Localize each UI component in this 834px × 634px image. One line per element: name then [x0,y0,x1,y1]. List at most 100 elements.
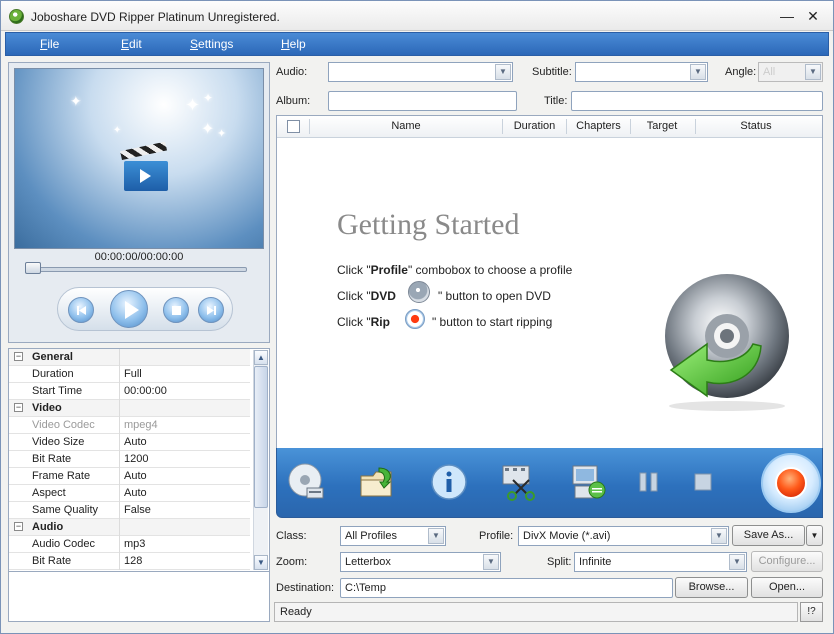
previous-button[interactable] [68,297,94,323]
collapse-icon[interactable]: − [14,522,23,531]
title-bar: Joboshare DVD Ripper Platinum Unregister… [1,1,833,31]
getting-started-step-rip: Click "Rip " button to start ripping [337,315,553,329]
property-category[interactable]: − General [9,349,250,366]
configure-button[interactable]: Configure... [751,551,823,572]
property-row[interactable]: Video Codec mpeg4 [9,417,250,434]
property-row[interactable]: Start Time 00:00:00 [9,383,250,400]
destination-input[interactable]: C:\Temp [340,578,673,598]
scroll-up-icon[interactable]: ▲ [254,350,268,365]
seek-thumb[interactable] [25,262,41,274]
property-value[interactable]: Auto [124,470,147,482]
collapse-icon[interactable]: − [14,352,23,361]
class-select[interactable]: All Profiles ▼ [340,526,446,546]
seek-bar[interactable] [29,267,247,272]
subtitle-select[interactable]: ▼ [575,62,708,82]
property-row[interactable]: Duration Full [9,366,250,383]
property-row[interactable]: Same Quality False [9,502,250,519]
property-category[interactable]: − Audio [9,519,250,536]
property-value[interactable]: 00:00:00 [124,385,167,397]
close-button[interactable]: ✕ [803,7,823,25]
audio-select[interactable]: ▼ [328,62,513,82]
help-button[interactable]: !? [800,602,823,622]
property-row[interactable]: Video Size Auto [9,434,250,451]
property-value[interactable]: mpeg4 [124,419,158,431]
scroll-down-icon[interactable]: ▼ [254,555,268,570]
window-title: Joboshare DVD Ripper Platinum Unregister… [31,10,280,24]
next-button[interactable] [198,297,224,323]
property-row[interactable]: Aspect Auto [9,485,250,502]
property-value[interactable]: Full [124,368,142,380]
select-all-checkbox[interactable] [287,120,300,133]
stop-button[interactable] [163,297,189,323]
collapse-icon[interactable]: − [14,403,23,412]
property-name: Video [32,402,62,414]
property-scrollbar[interactable]: ▲ ▼ [253,350,268,570]
destination-label: Destination: [276,582,335,594]
sparkle-icon: ✦ [201,121,215,138]
getting-started-step-dvd: Click "DVD " button to open DVD [337,289,551,303]
column-chapters[interactable]: Chapters [567,120,630,132]
property-category[interactable]: − Video [9,400,250,417]
property-value[interactable]: 128 [124,555,142,567]
chevron-down-icon: ▼ [729,554,745,570]
property-name: Bit Rate [32,453,72,465]
property-value[interactable]: Auto [124,487,147,499]
property-row[interactable]: Bit Rate 128 [9,553,250,570]
profile-select[interactable]: DivX Movie (*.avi) ▼ [518,526,729,546]
property-value[interactable]: mp3 [124,538,145,550]
preview-panel: ✦ ✦ ✦ ✦ ✦ ✦ 00:00:00/00:00:00 [8,62,270,343]
clapperboard-icon [120,141,170,193]
play-button[interactable] [110,290,148,328]
album-label: Album: [276,95,311,107]
menu-settings[interactable]: Settings [190,37,233,51]
menu-edit[interactable]: Edit [121,37,142,51]
zoom-select[interactable]: Letterbox ▼ [340,552,501,572]
menu-bar: File Edit Settings Help [5,32,829,56]
property-value[interactable]: Auto [124,436,147,448]
open-dvd-button[interactable] [287,462,327,502]
menu-help[interactable]: Help [281,37,306,51]
property-value[interactable]: False [124,504,151,516]
record-icon [775,467,807,499]
title-list: Name Duration Chapters Target Status Get… [276,115,823,449]
rip-button[interactable] [761,453,821,513]
pause-button[interactable] [629,462,669,502]
trim-button[interactable] [499,462,539,502]
class-label: Class: [276,530,307,542]
property-name: General [32,351,73,363]
disc-arrow-icon [665,274,789,411]
property-value[interactable]: 1200 [124,453,148,465]
title-input[interactable] [571,91,823,111]
property-row[interactable]: Audio Codec mp3 [9,536,250,553]
scroll-thumb[interactable] [254,366,268,508]
column-target[interactable]: Target [631,120,693,132]
app-logo-icon [9,9,24,24]
timecode: 00:00:00/00:00:00 [94,251,184,263]
split-select[interactable]: Infinite ▼ [574,552,747,572]
info-button[interactable] [429,462,469,502]
chevron-down-icon: ▼ [690,64,706,80]
column-status[interactable]: Status [696,120,816,132]
column-name[interactable]: Name [310,120,502,132]
property-name: Video Codec [32,419,95,431]
minimize-button[interactable]: — [777,7,797,25]
property-row[interactable]: Frame Rate Auto [9,468,250,485]
stop-rip-button[interactable] [683,462,723,502]
getting-started-step-profile: Click "Profile" combobox to choose a pro… [337,263,573,277]
menu-file[interactable]: File [40,37,59,51]
property-grid: − General Duration Full Start Time 00:00:00− V… [8,348,270,572]
stop-icon [172,306,181,315]
open-button[interactable]: Open... [751,577,823,598]
browse-button[interactable]: Browse... [675,577,748,598]
column-duration[interactable]: Duration [503,120,566,132]
save-as-dropdown-icon[interactable]: ▼ [806,525,823,546]
add-profile-button[interactable] [569,462,609,502]
property-name: Audio Codec [32,538,95,550]
sparkle-icon: ✦ [203,91,214,105]
album-input[interactable] [328,91,517,111]
property-name: Frame Rate [32,470,91,482]
angle-select[interactable]: All ▼ [758,62,823,82]
property-row[interactable]: Bit Rate 1200 [9,451,250,468]
save-as-button[interactable]: Save As... [732,525,805,546]
load-folder-button[interactable] [357,462,397,502]
